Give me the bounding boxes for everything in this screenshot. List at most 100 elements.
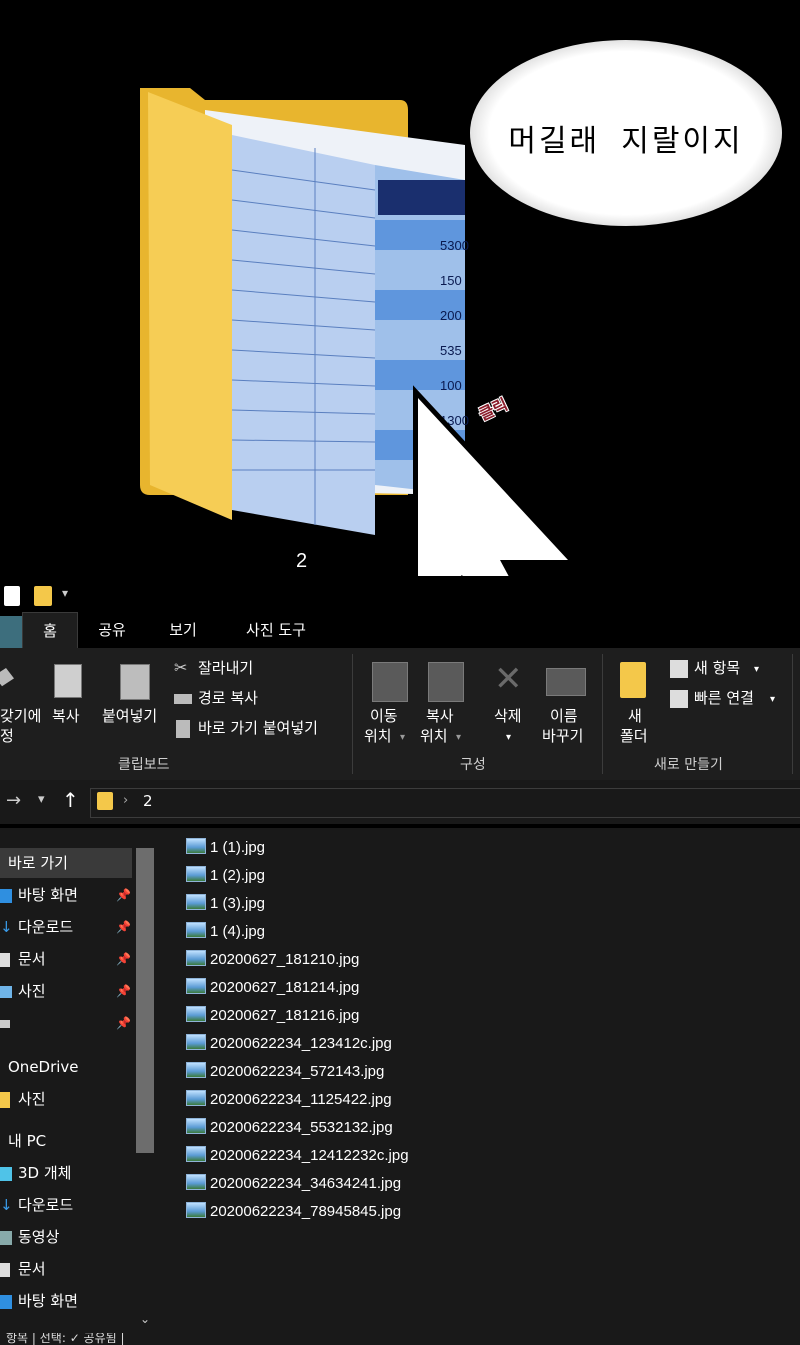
nav-item-3d-objects[interactable]: 3D 개체 xyxy=(0,1158,71,1188)
file-name: 20200627_181216.jpg xyxy=(210,1007,360,1024)
copy-to-dropdown-icon[interactable]: ▾ xyxy=(456,728,461,748)
address-input[interactable]: › 2 xyxy=(90,788,800,818)
sheet-value: 150 xyxy=(440,273,462,288)
folder-icon xyxy=(0,1091,10,1108)
properties-icon[interactable] xyxy=(4,586,20,606)
group-organize-label: 구성 xyxy=(460,757,486,773)
nav-item-this-pc[interactable]: 내 PC xyxy=(0,1126,46,1156)
nav-scrollbar-thumb[interactable] xyxy=(136,848,154,1153)
copy-to-icon xyxy=(428,662,464,702)
copy-to-label-2[interactable]: 위치 xyxy=(420,726,448,746)
nav-item-label: 3D 개체 xyxy=(18,1164,72,1182)
tab-share[interactable]: 공유 xyxy=(84,612,140,648)
tab-picture-tools[interactable]: 사진 도구 xyxy=(226,612,326,648)
list-item[interactable]: 20200622234_78945845.jpg xyxy=(186,1200,401,1224)
image-file-icon xyxy=(186,894,206,910)
rename-label-1[interactable]: 이름 xyxy=(550,706,578,726)
document-icon xyxy=(0,1262,10,1277)
paste-shortcut-icon xyxy=(176,720,190,738)
sheet-value: 5300 xyxy=(440,238,469,253)
delete-button[interactable]: 삭제 xyxy=(494,706,522,726)
list-item[interactable]: 20200622234_12412232c.jpg xyxy=(186,1144,409,1168)
breadcrumb-current[interactable]: 2 xyxy=(143,792,153,810)
file-name: 20200627_181210.jpg xyxy=(210,951,360,968)
pin-icon[interactable]: 📌 xyxy=(116,944,131,974)
pin-icon[interactable]: 📌 xyxy=(116,1008,131,1038)
nav-item-pictures[interactable]: 사진 📌 xyxy=(0,976,131,1006)
list-item[interactable]: 1 (2).jpg xyxy=(186,864,265,888)
new-item-dropdown-icon[interactable]: ▾ xyxy=(754,660,759,680)
move-to-dropdown-icon[interactable]: ▾ xyxy=(400,728,405,748)
move-to-label-1[interactable]: 이동 xyxy=(370,706,398,726)
list-item[interactable]: 1 (1).jpg xyxy=(186,836,265,860)
drive-icon xyxy=(0,1019,10,1028)
paste-icon xyxy=(120,664,150,700)
nav-item-videos[interactable]: 동영상 xyxy=(0,1222,59,1252)
cut-button[interactable]: 잘라내기 xyxy=(198,658,253,678)
delete-dropdown-icon[interactable]: ▾ xyxy=(506,728,511,748)
list-item[interactable]: 1 (4).jpg xyxy=(186,920,265,944)
file-name: 1 (1).jpg xyxy=(210,839,266,856)
pin-icon[interactable]: 📌 xyxy=(116,912,131,942)
paste-button[interactable]: 붙여넣기 xyxy=(102,706,157,726)
pin-icon[interactable]: 📌 xyxy=(116,880,131,910)
easy-access-dropdown-icon[interactable]: ▾ xyxy=(770,690,775,710)
list-item[interactable]: 20200627_181214.jpg xyxy=(186,976,359,1000)
rename-label-2[interactable]: 바꾸기 xyxy=(542,726,583,746)
nav-item-onedrive-pictures[interactable]: 사진 xyxy=(0,1084,46,1114)
scroll-down-icon[interactable]: ⌄ xyxy=(140,1312,150,1326)
nav-item-quick-access[interactable]: 바로 가기 xyxy=(0,848,132,878)
nav-item-documents-pc[interactable]: 문서 xyxy=(0,1254,46,1284)
easy-access-button[interactable]: 빠른 연결 xyxy=(694,688,754,708)
breadcrumb-separator-icon[interactable]: › xyxy=(123,793,128,808)
pin-quick-access-label-2[interactable]: 정 xyxy=(0,726,14,746)
nav-item-label: 문서 xyxy=(18,1260,46,1278)
nav-item-desktop[interactable]: 바탕 화면 📌 xyxy=(0,880,131,910)
recent-locations-chevron-icon[interactable]: ▾ xyxy=(38,792,45,807)
nav-item-downloads[interactable]: ↓ 다운로드 📌 xyxy=(0,912,131,942)
move-to-label-2[interactable]: 위치 xyxy=(364,726,392,746)
forward-arrow-icon[interactable]: → xyxy=(6,790,21,811)
new-folder-label-1[interactable]: 새 xyxy=(628,706,642,726)
list-item[interactable]: 20200622234_5532132.jpg xyxy=(186,1116,393,1140)
scissors-icon: ✂ xyxy=(174,658,188,677)
nav-item-documents[interactable]: 문서 📌 xyxy=(0,944,131,974)
delete-icon: ✕ xyxy=(494,659,523,699)
sheet-value-labels: 5300 xyxy=(440,238,469,253)
nav-item-label: 바탕 화면 xyxy=(18,886,78,904)
list-item[interactable]: 20200627_181210.jpg xyxy=(186,948,359,972)
desktop-icon xyxy=(0,1294,12,1309)
copy-path-button[interactable]: 경로 복사 xyxy=(198,688,258,708)
list-item[interactable]: 20200622234_123412c.jpg xyxy=(186,1032,392,1056)
group-new-label: 새로 만들기 xyxy=(654,757,723,773)
nav-item-desktop-pc[interactable]: 바탕 화면 xyxy=(0,1286,78,1316)
list-item[interactable]: 20200622234_572143.jpg xyxy=(186,1060,384,1084)
file-name: 20200627_181214.jpg xyxy=(210,979,360,996)
list-item[interactable]: 1 (3).jpg xyxy=(186,892,265,916)
desktop-icon xyxy=(0,888,12,903)
new-item-button[interactable]: 새 항목 xyxy=(694,658,740,678)
file-tab[interactable] xyxy=(0,616,22,648)
nav-item-onedrive[interactable]: OneDrive xyxy=(0,1052,79,1082)
list-item[interactable]: 20200627_181216.jpg xyxy=(186,1004,359,1028)
up-arrow-icon[interactable]: ↑ xyxy=(62,788,79,812)
mouse-cursor-icon xyxy=(413,385,580,647)
ribbon-separator xyxy=(352,654,353,774)
copy-button[interactable]: 복사 xyxy=(52,706,80,726)
list-item[interactable]: 20200622234_1125422.jpg xyxy=(186,1088,392,1112)
tab-home[interactable]: 홈 xyxy=(22,612,78,649)
pin-icon[interactable]: 📌 xyxy=(116,976,131,1006)
list-item[interactable]: 20200622234_34634241.jpg xyxy=(186,1172,401,1196)
nav-item-drive[interactable]: 📌 xyxy=(0,1008,131,1038)
nav-item-downloads-pc[interactable]: ↓ 다운로드 xyxy=(0,1190,73,1220)
new-folder-label-2[interactable]: 폴더 xyxy=(620,726,648,746)
tab-view[interactable]: 보기 xyxy=(150,612,216,648)
nav-item-label: 바탕 화면 xyxy=(18,1292,78,1310)
qat-dropdown-icon[interactable]: ▾ xyxy=(62,586,68,600)
new-folder-qat-icon[interactable] xyxy=(34,586,52,606)
copy-to-label-1[interactable]: 복사 xyxy=(426,706,454,726)
paste-shortcut-button[interactable]: 바로 가기 붙여넣기 xyxy=(198,718,318,738)
pin-quick-access-label-1[interactable]: 갖기에 xyxy=(0,706,41,726)
image-file-icon xyxy=(186,950,206,966)
folder-name-label[interactable]: 2 xyxy=(296,550,307,573)
